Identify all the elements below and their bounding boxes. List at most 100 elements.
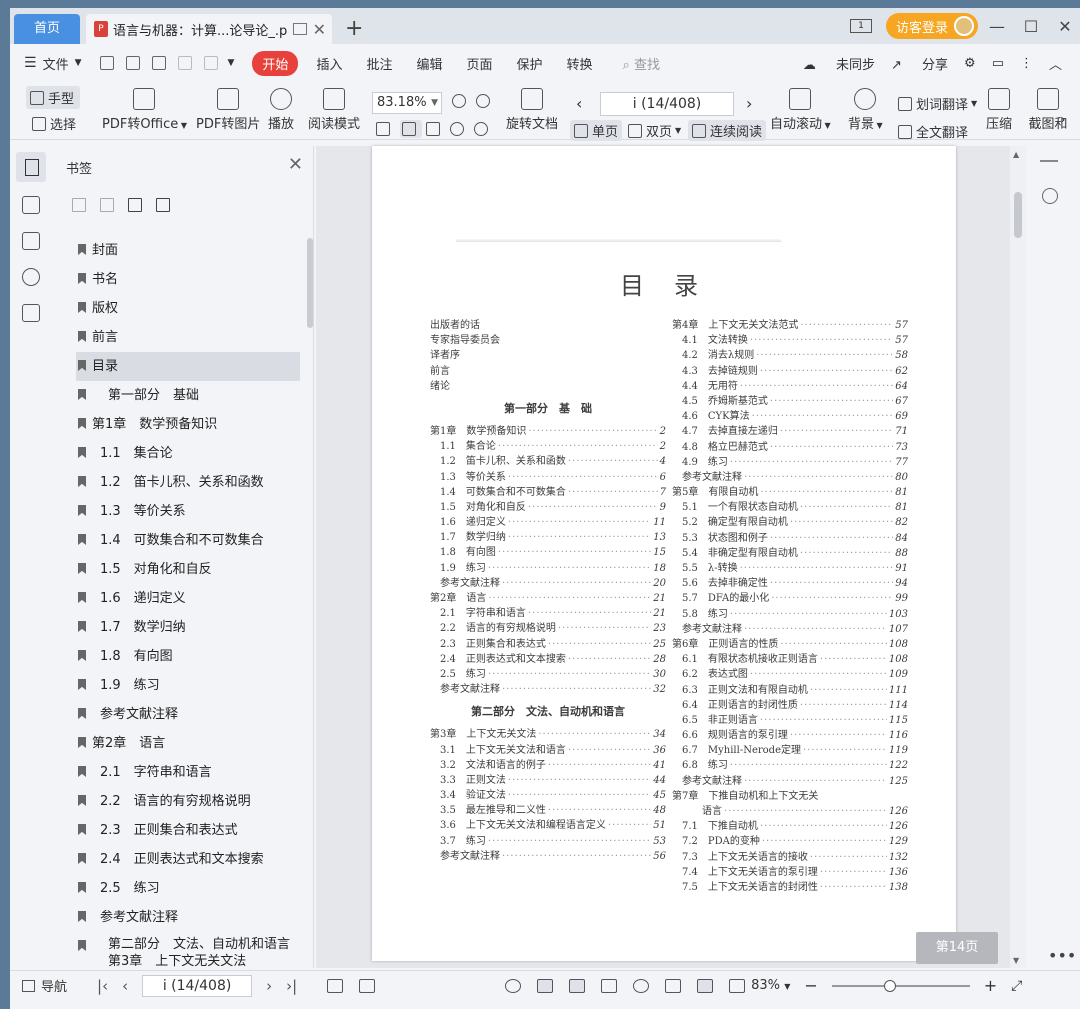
toc-entry[interactable]: 5.6 去掉非确定性 94 bbox=[672, 576, 908, 591]
guest-login-button[interactable]: 访客登录 bbox=[885, 13, 978, 39]
page-layout-icon[interactable]: 1 bbox=[849, 19, 872, 33]
eye-protection-icon[interactable] bbox=[505, 978, 522, 993]
toc-entry[interactable]: 6.2 表达式图 109 bbox=[672, 667, 908, 682]
toc-entry[interactable]: 6.7 Myhill-Nerode定理 119 bbox=[672, 743, 908, 758]
toc-entry[interactable]: 5.4 非确定型有限自动机 88 bbox=[672, 546, 908, 561]
auto-scroll-button[interactable]: 自动滚动 ▼ bbox=[770, 88, 831, 132]
bookmark-item[interactable]: 第二部分 文法、自动机和语言第3章 上下文无关文法 bbox=[76, 932, 300, 972]
toc-entry[interactable]: 1.3 等价关系 6 bbox=[430, 470, 666, 485]
play-button[interactable]: 播放 bbox=[268, 88, 294, 132]
next-page-icon[interactable]: › bbox=[266, 977, 272, 995]
scroll-thumb[interactable] bbox=[1014, 192, 1022, 238]
double-page-view-icon[interactable] bbox=[601, 978, 618, 993]
toc-entry[interactable]: 6.8 练习 122 bbox=[672, 758, 908, 773]
menu-protect[interactable]: 保护 bbox=[517, 54, 543, 73]
zoom-out-icon[interactable]: − bbox=[804, 976, 817, 995]
comment-icon[interactable]: ▭ bbox=[992, 56, 1004, 71]
next-page-button[interactable]: › bbox=[746, 94, 752, 113]
toc-entry[interactable]: 1.6 递归定义 11 bbox=[430, 515, 666, 530]
toc-entry[interactable]: 参考文献注释 80 bbox=[672, 470, 908, 485]
toc-entry[interactable]: 7.1 下推自动机 126 bbox=[672, 819, 908, 834]
toc-entry[interactable]: 6.6 规则语言的泵引理 116 bbox=[672, 728, 908, 743]
toc-entry[interactable]: 4.6 CYK算法 69 bbox=[672, 409, 908, 424]
toc-entry[interactable]: 4.3 去掉链规则 62 bbox=[672, 364, 908, 379]
toc-front-matter[interactable]: 绪论 bbox=[430, 379, 666, 394]
window-preview-icon[interactable] bbox=[292, 23, 307, 35]
document-view[interactable]: ════════════════════════════════════════… bbox=[316, 146, 1016, 968]
last-page-icon[interactable]: ›| bbox=[286, 977, 297, 995]
toc-entry[interactable]: 第3章 上下文无关文法 34 bbox=[430, 727, 666, 742]
toc-entry[interactable]: 1.4 可数集合和不可数集合 7 bbox=[430, 485, 666, 500]
undo-icon[interactable] bbox=[177, 56, 192, 70]
toc-entry[interactable]: 7.3 上下文无关语言的接收 132 bbox=[672, 850, 908, 865]
menu-insert[interactable]: 插入 bbox=[316, 54, 342, 73]
toc-entry[interactable]: 5.8 练习 103 bbox=[672, 607, 908, 622]
toc-entry[interactable]: 7.4 上下文无关语言的泵引理 136 bbox=[672, 865, 908, 880]
bookmark-item[interactable]: 书名 bbox=[76, 265, 300, 294]
page-indicator[interactable]: i (14/408) bbox=[600, 92, 734, 116]
bookmark-item[interactable]: 1.1 集合论 bbox=[76, 439, 300, 468]
bookmark-item[interactable]: 1.9 练习 bbox=[76, 671, 300, 700]
menu-convert[interactable]: 转换 bbox=[567, 54, 593, 73]
fit-width-icon[interactable] bbox=[729, 978, 746, 993]
bookmark-item[interactable]: 2.1 字符串和语言 bbox=[76, 758, 300, 787]
print-icon[interactable] bbox=[151, 56, 166, 70]
collapse-ribbon-icon[interactable]: ︿ bbox=[1049, 54, 1062, 73]
bookmark-item[interactable]: 1.8 有向图 bbox=[76, 642, 300, 671]
expand-bookmark-icon[interactable] bbox=[128, 198, 142, 212]
toc-entry[interactable]: 第2章 语言 21 bbox=[430, 591, 666, 606]
background-button[interactable]: 背景 ▼ bbox=[848, 88, 883, 132]
toc-entry[interactable]: 1.8 有向图 15 bbox=[430, 545, 666, 560]
word-translate-button[interactable]: 划词翻译 ▼ bbox=[898, 94, 977, 113]
toc-entry[interactable]: 2.2 语言的有穷规格说明 23 bbox=[430, 621, 666, 636]
toc-entry[interactable]: 1.5 对角化和自反 9 bbox=[430, 500, 666, 515]
toc-entry[interactable]: 3.2 文法和语言的例子 41 bbox=[430, 758, 666, 773]
toc-entry[interactable]: 参考文献注释 32 bbox=[430, 682, 666, 697]
document-scrollbar[interactable]: ▲ ▼ bbox=[1010, 146, 1026, 968]
hand-tool-button[interactable]: 手型 bbox=[26, 86, 81, 109]
settings-icon[interactable]: ⚙ bbox=[964, 56, 976, 71]
toc-entry[interactable]: 1.7 数学归纳 13 bbox=[430, 530, 666, 545]
ribbon-scroll-right[interactable]: › bbox=[1060, 112, 1066, 128]
toc-entry[interactable]: 参考文献注释 107 bbox=[672, 622, 908, 637]
navigation-toggle[interactable]: 导航 bbox=[22, 976, 67, 995]
comment-panel-icon[interactable] bbox=[22, 232, 40, 250]
toc-entry[interactable]: 5.1 一个有限状态自动机 81 bbox=[672, 500, 908, 515]
bookmark-item[interactable]: 第一部分 基础 bbox=[76, 381, 300, 410]
bookmark-item[interactable]: 1.4 可数集合和不可数集合 bbox=[76, 526, 300, 555]
close-window-button[interactable]: ✕ bbox=[1050, 17, 1080, 36]
bookmark-item[interactable]: 1.5 对角化和自反 bbox=[76, 555, 300, 584]
bookmark-item[interactable]: 目录 bbox=[76, 352, 300, 381]
toc-front-matter[interactable]: 前言 bbox=[430, 364, 666, 379]
save-icon[interactable] bbox=[125, 56, 140, 70]
forward-view-icon[interactable] bbox=[359, 978, 376, 993]
bookmark-item[interactable]: 1.2 笛卡儿积、关系和函数 bbox=[76, 468, 300, 497]
fit-page-button[interactable] bbox=[400, 120, 422, 138]
bookmark-item[interactable]: 2.3 正则集合和表达式 bbox=[76, 816, 300, 845]
add-bookmark-icon[interactable] bbox=[72, 198, 86, 212]
toc-entry[interactable]: 第6章 正则语言的性质 108 bbox=[672, 637, 908, 652]
share-button[interactable]: ↗ 分享 bbox=[891, 54, 948, 73]
toc-entry[interactable]: 3.7 练习 53 bbox=[430, 834, 666, 849]
fit-page-icon[interactable] bbox=[697, 978, 714, 993]
toc-entry[interactable]: 1.9 练习 18 bbox=[430, 561, 666, 576]
toc-entry[interactable]: 6.1 有限状态机接收正则语言 108 bbox=[672, 652, 908, 667]
actual-size-icon[interactable] bbox=[665, 978, 682, 993]
open-icon[interactable] bbox=[99, 56, 114, 70]
zoom-select[interactable]: 83.18% ▼ bbox=[372, 92, 442, 114]
menu-search[interactable]: ⌕ 查找 bbox=[623, 54, 660, 73]
add-child-bookmark-icon[interactable] bbox=[100, 198, 114, 212]
toc-entry[interactable]: 2.3 正则集合和表达式 25 bbox=[430, 637, 666, 652]
toc-entry[interactable]: 参考文献注释 56 bbox=[430, 849, 666, 864]
tab-document[interactable]: P 语言与机器：计算...论导论_.pdf ✕ bbox=[86, 14, 332, 44]
search-icon[interactable] bbox=[1042, 188, 1058, 204]
bookmark-item[interactable]: 前言 bbox=[76, 323, 300, 352]
toc-entry[interactable]: 7.5 上下文无关语言的封闭性 138 bbox=[672, 880, 908, 895]
toc-entry[interactable]: 4.2 消去λ规则 58 bbox=[672, 348, 908, 363]
bookmark-scrollbar[interactable] bbox=[307, 238, 313, 328]
bookmark-item[interactable]: 2.2 语言的有穷规格说明 bbox=[76, 787, 300, 816]
fit-width-button[interactable] bbox=[426, 122, 444, 136]
back-view-icon[interactable] bbox=[327, 978, 344, 993]
toc-entry[interactable]: 4.8 格立巴赫范式 73 bbox=[672, 440, 908, 455]
more-icon[interactable]: ⋮ bbox=[1020, 56, 1033, 71]
